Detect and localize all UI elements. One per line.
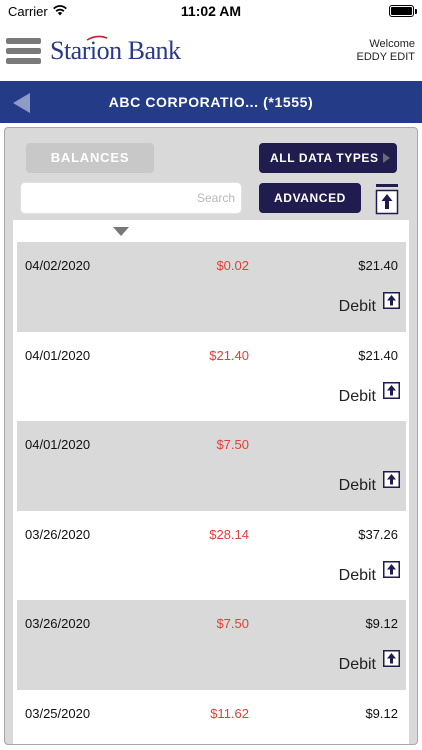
data-types-dropdown[interactable]: ALL DATA TYPES	[259, 143, 397, 173]
transaction-type: Debit	[338, 656, 376, 673]
battery-icon	[389, 5, 417, 17]
transaction-amount: $11.62	[210, 705, 249, 721]
export-icon[interactable]	[375, 183, 399, 215]
status-bar: Carrier 11:02 AM	[0, 0, 422, 22]
upload-arrow-icon[interactable]	[383, 381, 400, 399]
sort-down-icon[interactable]	[113, 227, 129, 236]
account-title: ABC CORPORATIO... (*1555)	[108, 94, 314, 110]
welcome-label: Welcome	[369, 38, 415, 50]
transaction-amount: $7.50	[216, 437, 249, 452]
transaction-type: Debit	[338, 477, 376, 494]
balances-button[interactable]: BALANCES	[26, 143, 154, 173]
hamburger-menu-icon[interactable]	[6, 38, 41, 64]
bank-logo: Starion Bank	[50, 36, 181, 65]
transaction-date: 03/25/2020	[25, 705, 91, 721]
transaction-row[interactable]: 03/26/2020 $28.14 $37.26 Debit	[17, 510, 406, 601]
transaction-row[interactable]: 04/01/2020 $21.40 $21.40 Debit	[17, 331, 406, 422]
app-header: Starion Bank Welcome EDDY EDIT	[0, 26, 422, 78]
caret-right-icon	[383, 153, 390, 163]
transaction-amount: $7.50	[216, 616, 249, 631]
transactions-panel: BALANCES ALL DATA TYPES ADVANCED 04/02/2…	[4, 127, 418, 745]
transaction-row[interactable]: 04/01/2020 $7.50 Debit	[17, 421, 406, 511]
transaction-balance: $21.40	[358, 347, 398, 363]
transaction-balance: $9.12	[365, 705, 398, 721]
transaction-type: Debit	[338, 566, 376, 584]
advanced-button[interactable]: ADVANCED	[259, 183, 361, 213]
transaction-list: 04/02/2020 $0.02 $21.40 Debit 04/01/2020…	[13, 220, 409, 744]
upload-arrow-icon[interactable]	[383, 560, 400, 578]
welcome-block: Welcome EDDY EDIT	[357, 38, 415, 64]
logo-swoosh-icon	[86, 35, 108, 41]
transaction-type: Debit	[338, 298, 376, 315]
transaction-balance: $9.12	[365, 616, 398, 631]
account-title-bar: ABC CORPORATIO... (*1555)	[0, 81, 422, 123]
transaction-amount: $0.02	[216, 258, 249, 273]
upload-arrow-icon[interactable]	[383, 471, 400, 488]
upload-arrow-icon[interactable]	[383, 292, 400, 309]
status-time: 11:02 AM	[180, 3, 242, 19]
transaction-row[interactable]: 03/26/2020 $7.50 $9.12 Debit	[17, 600, 406, 690]
upload-arrow-icon[interactable]	[383, 650, 400, 667]
transaction-amount: $21.40	[209, 347, 249, 363]
transaction-amount: $28.14	[209, 526, 249, 542]
transaction-date: 03/26/2020	[25, 526, 91, 542]
transaction-date: 04/02/2020	[25, 258, 91, 273]
transaction-type: Debit	[338, 387, 376, 405]
transaction-row[interactable]: 03/25/2020 $11.62 $9.12	[17, 689, 406, 744]
search-input[interactable]	[20, 182, 242, 214]
transaction-row[interactable]: 04/02/2020 $0.02 $21.40 Debit	[17, 242, 406, 332]
transaction-date: 04/01/2020	[25, 347, 91, 363]
user-name: EDDY EDIT	[356, 51, 415, 63]
transaction-balance: $37.26	[358, 526, 398, 542]
transaction-date: 04/01/2020	[25, 437, 91, 452]
data-types-label: ALL DATA TYPES	[270, 151, 379, 165]
transaction-balance: $21.40	[358, 258, 398, 273]
transaction-date: 03/26/2020	[25, 616, 91, 631]
